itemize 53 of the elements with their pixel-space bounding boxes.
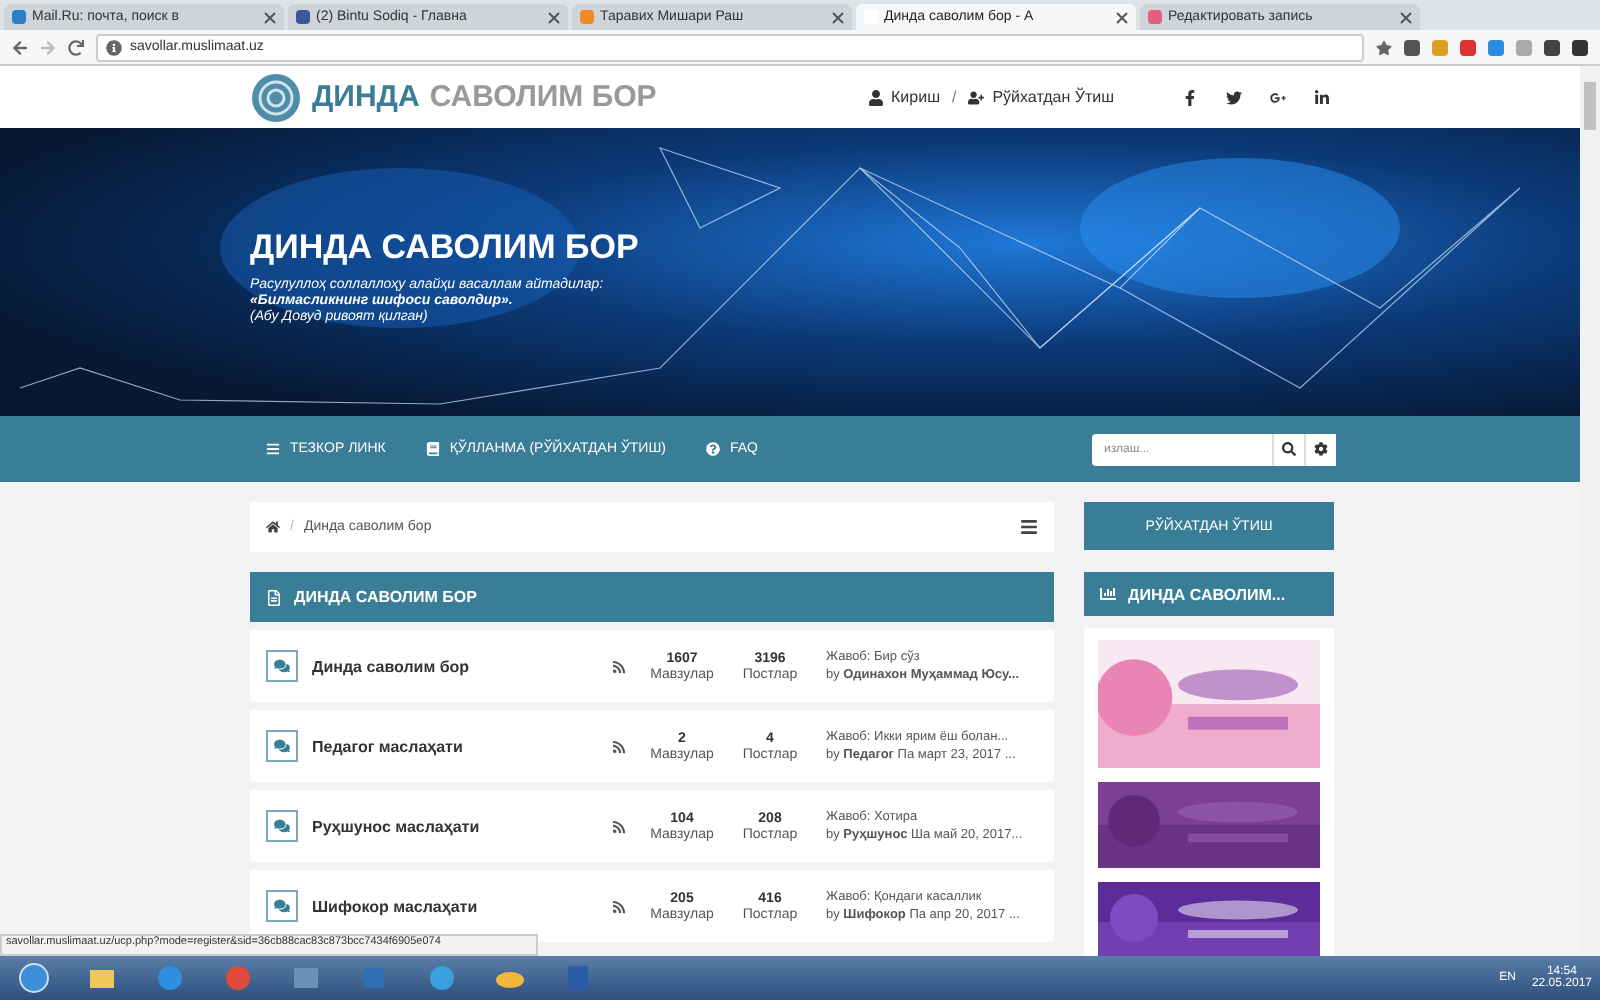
rss-icon[interactable] [612, 899, 626, 913]
login-link[interactable]: Кириш [867, 88, 940, 106]
home-icon[interactable] [266, 520, 280, 534]
user-plus-icon [968, 89, 985, 105]
forum-name[interactable]: Шифокор маслаҳати [312, 897, 612, 915]
rss-icon[interactable] [612, 659, 626, 673]
bar-chart-icon [1100, 586, 1116, 602]
close-icon[interactable] [264, 11, 276, 23]
panel-title: ДИНДА САВОЛИМ... [1128, 585, 1286, 603]
user-icon [867, 89, 884, 105]
banner-title: ДИНДА САВОЛИМ БОР [250, 228, 639, 268]
chat-icon [266, 650, 298, 682]
forum-name[interactable]: Динда саволим бор [312, 657, 612, 675]
twitter-icon[interactable] [1226, 89, 1242, 105]
close-icon[interactable] [548, 11, 560, 23]
google-plus-icon[interactable] [1270, 89, 1286, 105]
logo-text: ДИНДА [312, 80, 420, 114]
linkedin-icon[interactable] [1314, 89, 1330, 105]
info-icon [106, 39, 122, 55]
close-icon[interactable] [1400, 11, 1412, 23]
settings-button[interactable] [1304, 433, 1336, 465]
chat-icon [266, 890, 298, 922]
favicon-icon [580, 10, 594, 24]
gear-icon [1314, 442, 1328, 456]
back-icon[interactable] [12, 39, 28, 55]
favicon-icon [12, 10, 26, 24]
search-icon [1282, 442, 1296, 456]
help-icon [705, 442, 720, 456]
rss-icon[interactable] [612, 739, 626, 753]
register-link[interactable]: Рўйхатдан Ўтиш [968, 88, 1114, 106]
facebook-icon[interactable] [1182, 89, 1198, 105]
search-button[interactable] [1272, 433, 1304, 465]
chat-icon [266, 810, 298, 842]
favicon-icon [1148, 10, 1162, 24]
forum-title: ДИНДА САВОЛИМ БОР [294, 588, 477, 606]
logo-icon [250, 71, 302, 123]
favicon-icon [296, 10, 310, 24]
menu-icon[interactable] [1020, 518, 1038, 536]
forum-name[interactable]: Руҳшунос маслаҳати [312, 817, 612, 835]
document-icon [266, 589, 282, 605]
forum-name[interactable]: Педагог маслаҳати [312, 737, 612, 755]
star-icon[interactable] [1376, 39, 1392, 55]
logo-text: САВОЛИМ БОР [429, 80, 657, 114]
menu-icon [266, 442, 280, 456]
book-icon [425, 442, 440, 456]
separator: / [951, 88, 957, 106]
close-icon[interactable] [832, 11, 844, 23]
scrollbar[interactable] [1580, 66, 1600, 956]
close-icon[interactable] [1116, 11, 1128, 23]
reload-icon[interactable] [68, 39, 84, 55]
chat-icon [266, 730, 298, 762]
rss-icon[interactable] [612, 819, 626, 833]
start-orb-icon[interactable] [18, 962, 50, 994]
